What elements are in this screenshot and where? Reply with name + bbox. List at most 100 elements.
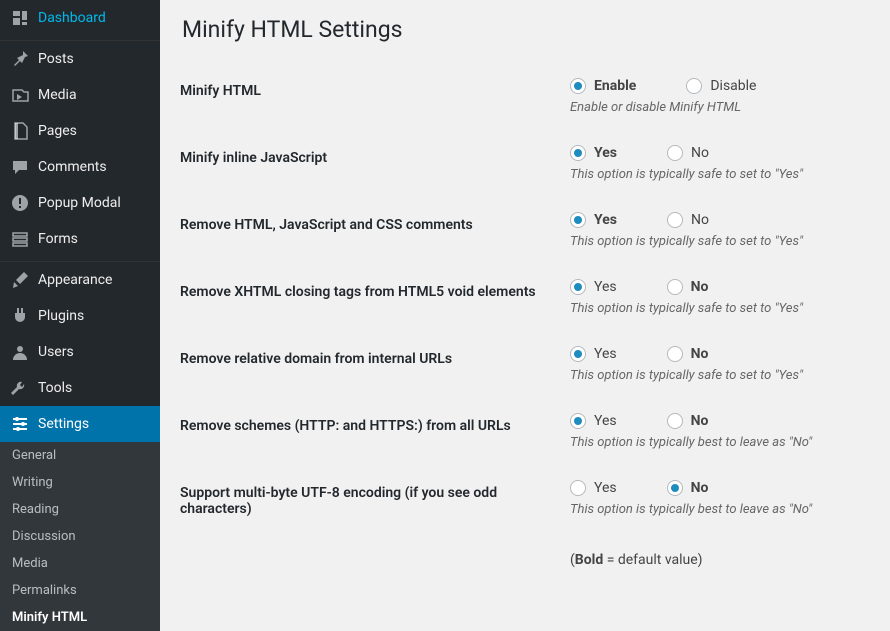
sidebar-item-posts[interactable]: Posts — [0, 41, 160, 77]
sidebar-item-tools[interactable]: Tools — [0, 370, 160, 406]
sidebar-subitem-media-settings[interactable]: Media — [0, 550, 160, 577]
sidebar-subitem-permalinks[interactable]: Permalinks — [0, 577, 160, 604]
radio-input[interactable] — [570, 413, 586, 429]
sidebar-item-popup-modal[interactable]: Popup Modal — [0, 185, 160, 221]
setting-description: This option is typically safe to set to … — [570, 368, 860, 383]
sidebar-item-label: Users — [38, 344, 74, 360]
sidebar-item-label: Comments — [38, 159, 107, 175]
setting-description: This option is typically best to leave a… — [570, 435, 860, 450]
setting-description: This option is typically safe to set to … — [570, 167, 860, 182]
sidebar-item-label: Popup Modal — [38, 195, 121, 211]
radio-remove-schemes-no[interactable]: No — [667, 413, 709, 429]
default-note-row: (Bold = default value) — [180, 537, 870, 583]
dashboard-icon — [10, 8, 30, 28]
radio-label: Yes — [594, 346, 617, 362]
radio-input[interactable] — [667, 480, 683, 496]
sidebar-subitem-general[interactable]: General — [0, 442, 160, 469]
settings-table: Minify HTMLEnableDisableEnable or disabl… — [180, 63, 870, 583]
radio-input[interactable] — [686, 78, 702, 94]
radio-minify-html-enable[interactable]: Enable — [570, 78, 636, 94]
default-note: (Bold = default value) — [570, 552, 860, 568]
radio-utf8-no[interactable]: No — [667, 480, 709, 496]
sidebar-item-appearance[interactable]: Appearance — [0, 262, 160, 298]
sidebar-item-pages[interactable]: Pages — [0, 113, 160, 149]
setting-label: Minify inline JavaScript — [180, 130, 560, 197]
radio-input[interactable] — [667, 279, 683, 295]
sidebar-item-forms[interactable]: Forms — [0, 221, 160, 257]
sidebar-item-label: Plugins — [38, 308, 84, 324]
sidebar-item-label: Dashboard — [38, 10, 106, 26]
radio-remove-schemes-yes[interactable]: Yes — [570, 413, 617, 429]
sidebar-item-label: Settings — [38, 416, 89, 432]
page-title: Minify HTML Settings — [182, 16, 870, 43]
sidebar-item-label: Pages — [38, 123, 77, 139]
pages-icon — [10, 121, 30, 141]
radio-input[interactable] — [667, 346, 683, 362]
radio-input[interactable] — [570, 78, 586, 94]
sliders-icon — [10, 414, 30, 434]
setting-label: Remove XHTML closing tags from HTML5 voi… — [180, 264, 560, 331]
setting-label: Remove relative domain from internal URL… — [180, 331, 560, 398]
radio-minify-js-no[interactable]: No — [667, 145, 709, 161]
comment-icon — [10, 157, 30, 177]
user-icon — [10, 342, 30, 362]
radio-label: Disable — [710, 78, 756, 94]
radio-label: No — [691, 279, 709, 295]
setting-description: Enable or disable Minify HTML — [570, 100, 860, 115]
radio-input[interactable] — [570, 212, 586, 228]
setting-description: This option is typically safe to set to … — [570, 234, 860, 249]
sidebar-subitem-minify-html[interactable]: Minify HTML — [0, 604, 160, 631]
wrench-icon — [10, 378, 30, 398]
radio-utf8-yes[interactable]: Yes — [570, 480, 617, 496]
pin-icon — [10, 49, 30, 69]
sidebar-item-label: Posts — [38, 51, 74, 67]
sidebar-item-label: Appearance — [38, 272, 112, 288]
plugin-icon — [10, 306, 30, 326]
radio-label: Yes — [594, 480, 617, 496]
radio-minify-html-disable[interactable]: Disable — [686, 78, 756, 94]
setting-row-utf8: Support multi-byte UTF-8 encoding (if yo… — [180, 465, 870, 537]
radio-label: No — [691, 346, 709, 362]
radio-label: Yes — [594, 145, 617, 161]
sidebar-item-label: Media — [38, 87, 77, 103]
setting-label: Remove HTML, JavaScript and CSS comments — [180, 197, 560, 264]
radio-input[interactable] — [570, 145, 586, 161]
setting-row-minify-js: Minify inline JavaScript Yes No This option… — [180, 130, 870, 197]
radio-label: Yes — [594, 413, 617, 429]
radio-remove-relative-no[interactable]: No — [667, 346, 709, 362]
radio-input[interactable] — [667, 413, 683, 429]
setting-description: This option is typically best to leave a… — [570, 502, 860, 517]
radio-remove-comments-no[interactable]: No — [667, 212, 709, 228]
radio-label: No — [691, 480, 709, 496]
sidebar-item-settings[interactable]: Settings — [0, 406, 160, 442]
radio-input[interactable] — [667, 212, 683, 228]
sidebar-subitem-reading[interactable]: Reading — [0, 496, 160, 523]
radio-input[interactable] — [667, 145, 683, 161]
sidebar-item-dashboard[interactable]: Dashboard — [0, 0, 160, 36]
radio-remove-relative-yes[interactable]: Yes — [570, 346, 617, 362]
radio-input[interactable] — [570, 279, 586, 295]
radio-remove-xhtml-yes[interactable]: Yes — [570, 279, 617, 295]
radio-label: Yes — [594, 279, 617, 295]
sidebar-item-plugins[interactable]: Plugins — [0, 298, 160, 334]
radio-label: No — [691, 212, 709, 228]
radio-minify-js-yes[interactable]: Yes — [570, 145, 617, 161]
radio-input[interactable] — [570, 480, 586, 496]
sidebar-item-comments[interactable]: Comments — [0, 149, 160, 185]
setting-label: Remove schemes (HTTP: and HTTPS:) from a… — [180, 398, 560, 465]
radio-input[interactable] — [570, 346, 586, 362]
radio-label: Yes — [594, 212, 617, 228]
radio-label: No — [691, 413, 709, 429]
sidebar-item-users[interactable]: Users — [0, 334, 160, 370]
radio-remove-comments-yes[interactable]: Yes — [570, 212, 617, 228]
media-icon — [10, 85, 30, 105]
sidebar-item-label: Forms — [38, 231, 78, 247]
sidebar-subitem-discussion[interactable]: Discussion — [0, 523, 160, 550]
setting-row-remove-xhtml: Remove XHTML closing tags from HTML5 voi… — [180, 264, 870, 331]
radio-label: Enable — [594, 78, 636, 94]
radio-label: No — [691, 145, 709, 161]
exclaim-icon — [10, 193, 30, 213]
sidebar-subitem-writing[interactable]: Writing — [0, 469, 160, 496]
sidebar-item-media[interactable]: Media — [0, 77, 160, 113]
radio-remove-xhtml-no[interactable]: No — [667, 279, 709, 295]
